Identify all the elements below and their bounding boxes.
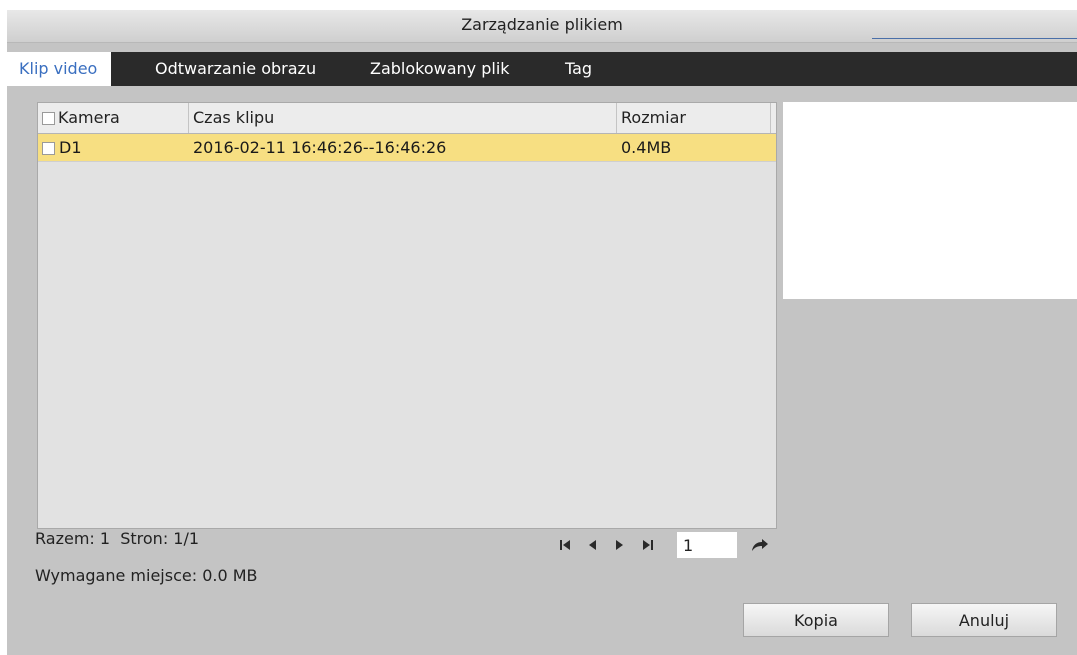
table-header: Kamera Czas klipu Rozmiar [38, 103, 776, 134]
go-arrow-icon[interactable] [748, 532, 772, 558]
tab-zablokowany-plik[interactable]: Zablokowany plik [370, 52, 510, 86]
select-all-checkbox[interactable] [42, 112, 55, 125]
dialog-title: Zarządzanie plikiem [461, 15, 623, 34]
prev-icon[interactable] [582, 532, 602, 558]
preview-pane [783, 102, 1077, 299]
page-number-input[interactable] [677, 532, 737, 558]
tab-odtwarzanie-obrazu[interactable]: Odtwarzanie obrazu [155, 52, 316, 86]
cell-size: 0.4MB [621, 138, 672, 157]
cell-clip-time: 2016-02-11 16:46:26--16:46:26 [193, 138, 447, 157]
required-space: Wymagane miejsce: 0.0 MB [35, 566, 258, 585]
tab-tag[interactable]: Tag [565, 52, 592, 86]
skip-last-icon[interactable] [638, 532, 658, 558]
row-checkbox[interactable] [42, 142, 55, 155]
next-icon[interactable] [610, 532, 630, 558]
file-table: Kamera Czas klipu Rozmiar D1 2016-02-11 … [37, 102, 777, 529]
column-separator [616, 103, 617, 133]
cell-camera: D1 [59, 138, 82, 157]
column-separator [770, 103, 771, 133]
tab-klip-video[interactable]: Klip video [7, 52, 112, 86]
title-bar: Zarządzanie plikiem [7, 10, 1077, 43]
column-header-time[interactable]: Czas klipu [193, 103, 274, 133]
column-header-camera[interactable]: Kamera [58, 103, 120, 133]
copy-button[interactable]: Kopia [743, 603, 889, 637]
tab-bar: Klip video Odtwarzanie obrazu Zablokowan… [7, 52, 1077, 86]
row-divider [38, 161, 776, 162]
skip-first-icon[interactable] [555, 532, 575, 558]
title-accent-line [872, 38, 1077, 39]
column-separator [188, 103, 189, 133]
pagination-stats: Razem: 1 Stron: 1/1 [35, 529, 200, 548]
cancel-button[interactable]: Anuluj [911, 603, 1057, 637]
file-management-dialog: Zarządzanie plikiem Klip video Odtwarzan… [7, 10, 1077, 655]
column-header-size[interactable]: Rozmiar [621, 103, 686, 133]
table-row[interactable]: D1 2016-02-11 16:46:26--16:46:26 0.4MB [38, 134, 776, 161]
